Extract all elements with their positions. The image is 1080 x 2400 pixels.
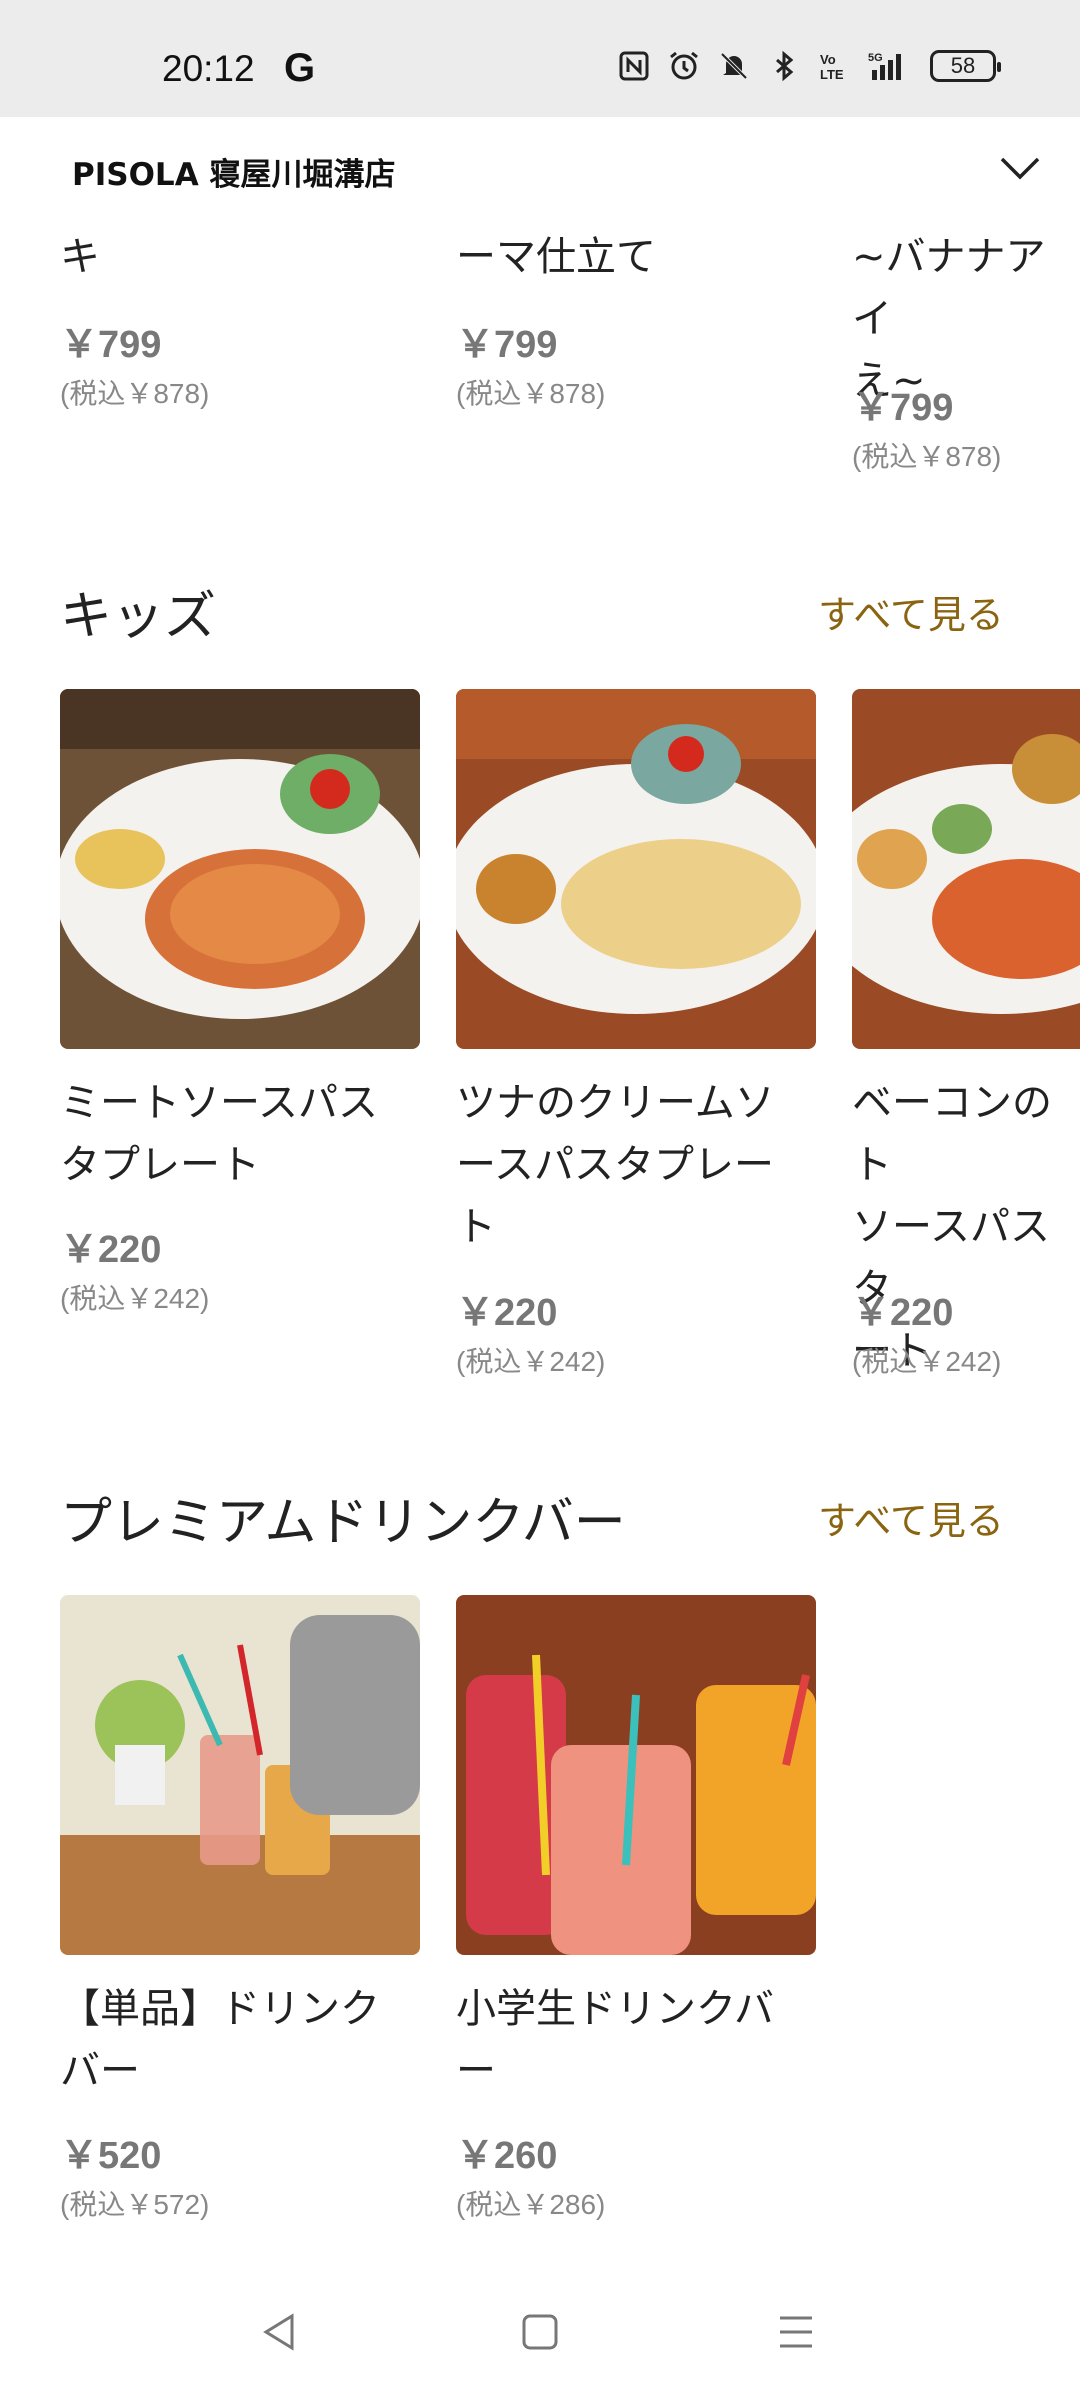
status-icons: Vo LTE 5G 58 bbox=[618, 50, 1001, 82]
alarm-icon bbox=[670, 51, 698, 80]
item-price: ￥799 bbox=[60, 324, 162, 366]
battery-icon: 58 bbox=[930, 50, 1001, 82]
item-name[interactable]: 小学生ドリンクバ ー bbox=[456, 1978, 774, 2102]
food-photo bbox=[852, 689, 1080, 1049]
status-bar: 20:12 G Vo LTE 5G 58 bbox=[0, 0, 1080, 117]
elementary-drink-bar-image[interactable] bbox=[456, 1595, 816, 1955]
mute-icon bbox=[720, 52, 748, 80]
item-tax-price: (税込￥878) bbox=[60, 378, 210, 409]
see-all-drinks-link[interactable]: すべて見る bbox=[818, 1490, 1004, 1545]
item-price: ￥220 bbox=[456, 1292, 558, 1334]
item-price: ￥220 bbox=[852, 1292, 954, 1334]
meat-sauce-pasta-image[interactable] bbox=[60, 689, 420, 1049]
signal-5g-icon: 5G bbox=[868, 52, 901, 80]
section-title-kids: キッズ bbox=[60, 587, 217, 647]
see-all-kids-link[interactable]: すべて見る bbox=[818, 584, 1004, 639]
food-photo bbox=[60, 689, 420, 1049]
item-tax-price: (税込￥572) bbox=[60, 2189, 210, 2220]
store-header[interactable]: PISOLA 寝屋川堀溝店 bbox=[0, 117, 1080, 217]
single-drink-bar-image[interactable] bbox=[60, 1595, 420, 1955]
item-name[interactable]: キ bbox=[60, 226, 100, 288]
svg-text:5G: 5G bbox=[868, 52, 883, 64]
item-name[interactable]: ツナのクリームソ ースパスタプレー ト bbox=[456, 1072, 775, 1258]
svg-text:LTE: LTE bbox=[820, 67, 844, 82]
tuna-cream-pasta-image[interactable] bbox=[456, 689, 816, 1049]
chevron-down-icon[interactable] bbox=[998, 153, 1042, 183]
drink-photo bbox=[60, 1595, 420, 1955]
item-price: ￥220 bbox=[60, 1229, 162, 1271]
drink-photo bbox=[456, 1595, 816, 1955]
bacon-tomato-pasta-image[interactable] bbox=[852, 689, 1080, 1049]
bluetooth-icon bbox=[776, 50, 794, 82]
back-icon[interactable] bbox=[256, 2308, 304, 2356]
store-name: PISOLA 寝屋川堀溝店 bbox=[72, 157, 396, 193]
item-price: ￥799 bbox=[456, 324, 558, 366]
item-tax-price: (税込￥878) bbox=[456, 378, 606, 409]
item-tax-price: (税込￥878) bbox=[852, 441, 1002, 472]
volte-icon: VoLTE bbox=[820, 52, 844, 82]
system-nav-bar bbox=[0, 2270, 1080, 2400]
item-price: ￥799 bbox=[852, 387, 954, 429]
item-name[interactable]: 【単品】ドリンク バー bbox=[60, 1978, 380, 2102]
item-tax-price: (税込￥242) bbox=[852, 1346, 1002, 1377]
nfc-icon bbox=[619, 51, 649, 81]
item-name[interactable]: ーマ仕立て bbox=[456, 226, 656, 288]
svg-text:Vo: Vo bbox=[820, 52, 836, 67]
food-photo bbox=[456, 689, 816, 1049]
item-tax-price: (税込￥286) bbox=[456, 2189, 606, 2220]
home-icon[interactable] bbox=[516, 2308, 564, 2356]
item-price: ￥260 bbox=[456, 2135, 558, 2177]
menu-icon[interactable] bbox=[772, 2308, 820, 2356]
item-price: ￥520 bbox=[60, 2135, 162, 2177]
item-tax-price: (税込￥242) bbox=[60, 1283, 210, 1314]
google-icon: G bbox=[284, 46, 316, 90]
section-title-drinks: プレミアムドリンクバー bbox=[60, 1493, 626, 1553]
item-name[interactable]: ミートソースパス タプレート bbox=[60, 1072, 378, 1196]
item-tax-price: (税込￥242) bbox=[456, 1346, 606, 1377]
status-time: 20:12 bbox=[162, 48, 255, 89]
battery-level: 58 bbox=[950, 53, 976, 78]
